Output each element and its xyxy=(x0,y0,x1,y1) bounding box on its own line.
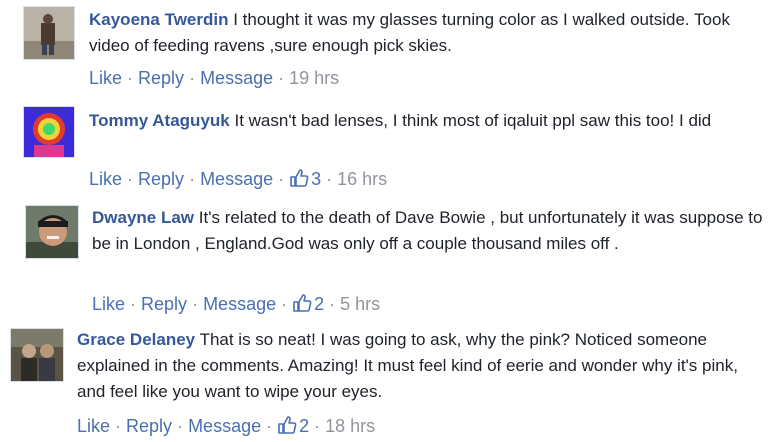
comment-actions: Like · Reply · Message · 3 · 16 hrs xyxy=(89,169,388,189)
avatar[interactable] xyxy=(25,205,79,259)
like-count[interactable]: 2 xyxy=(277,416,309,436)
comment-actions: Like · Reply · Message · 2 · 5 hrs xyxy=(92,294,381,314)
like-link[interactable]: Like xyxy=(89,169,122,189)
like-count-value: 2 xyxy=(314,294,325,314)
comment-body: Dwayne Law It's related to the death of … xyxy=(92,205,764,257)
thumbs-up-icon xyxy=(278,416,297,434)
comment-timestamp[interactable]: 5 hrs xyxy=(340,294,380,314)
comment-author[interactable]: Dwayne Law xyxy=(92,208,194,227)
comment-author[interactable]: Kayoena Twerdin xyxy=(89,10,229,29)
comment-actions: Like · Reply · Message · 19 hrs xyxy=(89,68,340,88)
like-count-value: 2 xyxy=(299,416,310,436)
like-link[interactable]: Like xyxy=(89,68,122,88)
avatar[interactable] xyxy=(23,6,75,60)
message-link[interactable]: Message xyxy=(200,169,273,189)
avatar-photo xyxy=(24,7,74,59)
comment-body: Tommy Ataguyuk It wasn't bad lenses, I t… xyxy=(89,108,774,134)
like-count[interactable]: 2 xyxy=(292,294,324,314)
comment-text: It wasn't bad lenses, I think most of iq… xyxy=(234,111,712,130)
avatar-photo xyxy=(24,107,74,157)
like-link[interactable]: Like xyxy=(77,416,110,436)
comment-timestamp[interactable]: 19 hrs xyxy=(289,68,339,88)
comment-timestamp[interactable]: 18 hrs xyxy=(325,416,375,436)
comment-author[interactable]: Grace Delaney xyxy=(77,330,195,349)
message-link[interactable]: Message xyxy=(188,416,261,436)
like-count-value: 3 xyxy=(311,169,322,189)
comment-actions: Like · Reply · Message · 2 · 18 hrs xyxy=(77,416,376,436)
avatar[interactable] xyxy=(10,328,64,382)
avatar-photo xyxy=(11,329,63,381)
comment-body: Grace Delaney That is so neat! I was goi… xyxy=(77,327,767,405)
reply-link[interactable]: Reply xyxy=(141,294,187,314)
thumbs-up-icon xyxy=(293,294,312,312)
reply-link[interactable]: Reply xyxy=(138,68,184,88)
thumbs-up-icon xyxy=(290,169,309,187)
reply-link[interactable]: Reply xyxy=(138,169,184,189)
comment-timestamp[interactable]: 16 hrs xyxy=(337,169,387,189)
reply-link[interactable]: Reply xyxy=(126,416,172,436)
like-count[interactable]: 3 xyxy=(289,169,321,189)
avatar-photo xyxy=(26,206,78,258)
message-link[interactable]: Message xyxy=(200,68,273,88)
like-link[interactable]: Like xyxy=(92,294,125,314)
avatar[interactable] xyxy=(23,106,75,158)
message-link[interactable]: Message xyxy=(203,294,276,314)
comment-author[interactable]: Tommy Ataguyuk xyxy=(89,111,230,130)
comment-body: Kayoena Twerdin I thought it was my glas… xyxy=(89,7,759,59)
